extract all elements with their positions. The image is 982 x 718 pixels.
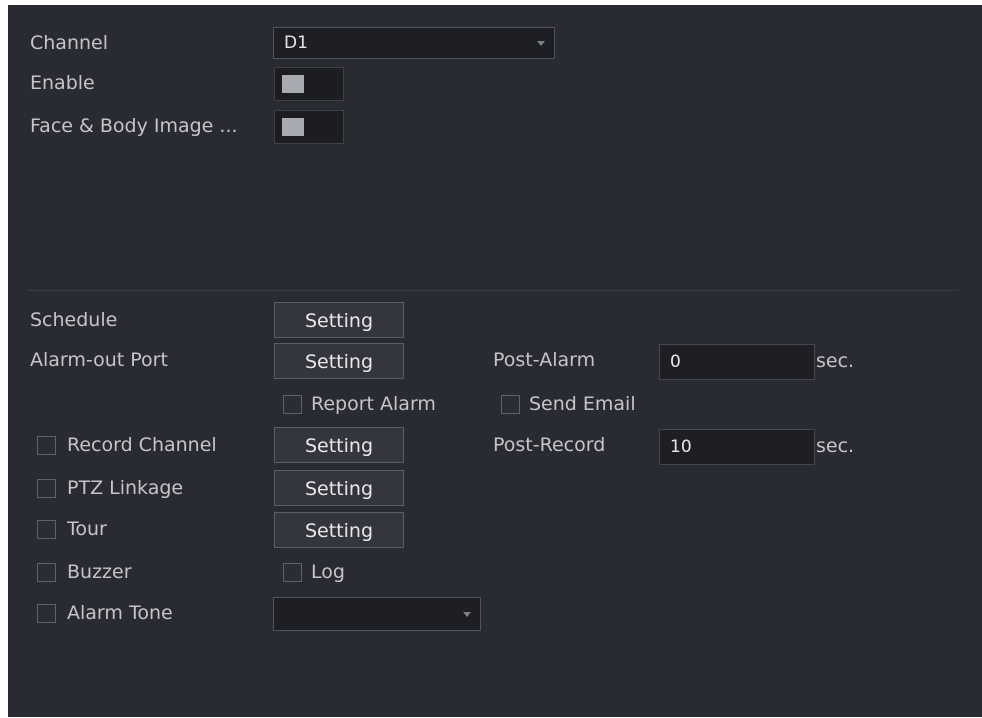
channel-value: D1 — [284, 33, 308, 53]
enable-label: Enable — [30, 72, 95, 94]
channel-dropdown[interactable]: D1 — [273, 27, 555, 59]
report-alarm-checkbox[interactable] — [283, 395, 302, 414]
post-record-input[interactable]: 10 — [659, 429, 815, 465]
report-alarm-label: Report Alarm — [311, 393, 436, 415]
post-alarm-label: Post-Alarm — [493, 349, 596, 371]
face-body-label: Face & Body Image ... — [30, 115, 238, 137]
alarm-tone-checkbox[interactable] — [37, 604, 56, 623]
enable-toggle[interactable] — [274, 67, 344, 101]
tour-checkbox[interactable] — [37, 520, 56, 539]
send-email-label: Send Email — [529, 393, 636, 415]
chevron-down-icon — [463, 612, 471, 617]
alarm-tone-label: Alarm Tone — [67, 602, 173, 624]
alarm-tone-dropdown[interactable] — [273, 597, 481, 631]
face-body-toggle[interactable] — [274, 110, 344, 144]
post-record-label: Post-Record — [493, 434, 606, 456]
buzzer-label: Buzzer — [67, 561, 132, 583]
buzzer-checkbox[interactable] — [37, 563, 56, 582]
section-divider — [28, 290, 958, 291]
alarm-out-label: Alarm-out Port — [30, 349, 168, 371]
log-checkbox[interactable] — [283, 563, 302, 582]
log-label: Log — [311, 561, 345, 583]
toggle-knob — [282, 75, 304, 93]
post-record-unit: sec. — [816, 435, 855, 457]
schedule-label: Schedule — [30, 309, 118, 331]
alarm-settings-panel: Channel D1 Enable Face & Body Image ... … — [8, 5, 982, 717]
post-alarm-unit: sec. — [816, 350, 855, 372]
schedule-setting-button[interactable]: Setting — [274, 302, 404, 338]
ptz-linkage-checkbox[interactable] — [37, 479, 56, 498]
record-channel-label: Record Channel — [67, 434, 217, 456]
chevron-down-icon — [537, 41, 545, 46]
post-alarm-input[interactable]: 0 — [659, 344, 815, 380]
tour-setting-button[interactable]: Setting — [274, 512, 404, 548]
ptz-linkage-label: PTZ Linkage — [67, 477, 184, 499]
record-channel-checkbox[interactable] — [37, 436, 56, 455]
channel-label: Channel — [30, 32, 109, 54]
tour-label: Tour — [67, 518, 107, 540]
send-email-checkbox[interactable] — [501, 395, 520, 414]
record-channel-setting-button[interactable]: Setting — [274, 427, 404, 463]
alarm-out-setting-button[interactable]: Setting — [274, 343, 404, 379]
toggle-knob — [282, 118, 304, 136]
ptz-linkage-setting-button[interactable]: Setting — [274, 470, 404, 506]
